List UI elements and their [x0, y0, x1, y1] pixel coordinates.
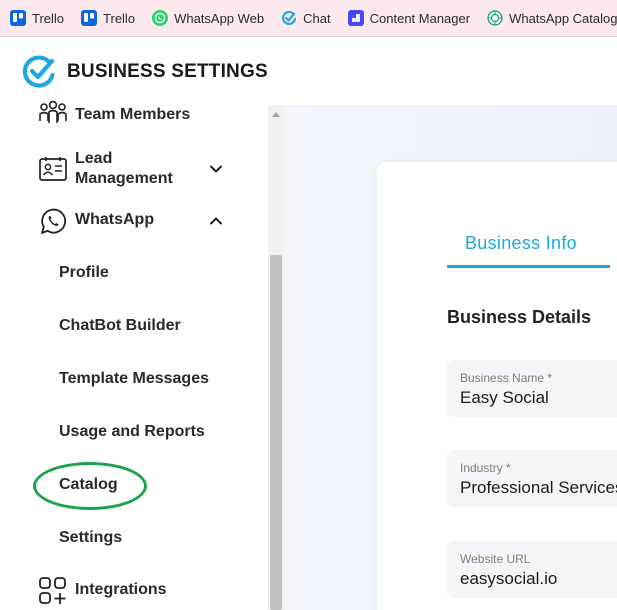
tab-business-info[interactable]: Business Info [465, 233, 577, 254]
website-url-field[interactable]: Website URL easysocial.io [447, 541, 617, 598]
field-label: Industry * [460, 461, 511, 475]
sidebar-item-integrations[interactable]: Integrations [0, 577, 268, 604]
chevron-up-icon[interactable] [208, 213, 224, 229]
team-members-icon [39, 100, 67, 123]
sidebar-item-label: Team Members [75, 106, 191, 123]
bookmark-chat[interactable]: Chat [281, 10, 331, 26]
app-header: BUSINESS SETTINGS [0, 37, 617, 105]
bookmarks-bar: Trello Trello WhatsApp Web Chat Content … [0, 0, 617, 37]
bookmark-label: Trello [32, 10, 65, 26]
bookmark-label: WhatsApp Web [174, 10, 265, 26]
sidebar-item-lead-management[interactable]: Lead Management [0, 148, 268, 190]
sidebar-item-label: WhatsApp [75, 211, 155, 228]
field-value: Easy Social [460, 388, 549, 407]
sidebar-subitem-usage-reports[interactable]: Usage and Reports [59, 423, 205, 441]
bookmark-whatsapp-web[interactable]: WhatsApp Web [152, 10, 264, 26]
field-label: Business Name * [460, 371, 553, 385]
whatsapp-icon [41, 208, 67, 234]
chat-check-icon [282, 10, 297, 26]
bookmark-content-manager[interactable]: Content Manager [347, 10, 471, 26]
sidebar-scrollbar-thumb[interactable] [270, 255, 282, 610]
chevron-down-icon[interactable] [208, 161, 224, 177]
trello-icon [81, 10, 98, 26]
sidebar-subitem-profile[interactable]: Profile [59, 264, 109, 282]
scroll-up-arrow-icon[interactable] [272, 112, 280, 117]
field-value: Professional Services [460, 478, 617, 497]
bookmark-label: Trello [103, 10, 136, 26]
business-name-field[interactable]: Business Name * Easy Social [447, 360, 617, 417]
sidebar-item-label: Integrations [75, 581, 167, 598]
contact-card-icon [39, 157, 67, 181]
sidebar-item-whatsapp[interactable]: WhatsApp [0, 208, 268, 234]
bookmark-trello-2[interactable]: Trello [81, 10, 135, 26]
field-value: easysocial.io [460, 569, 558, 588]
bookmark-label: WhatsApp Catalogu... [509, 10, 617, 26]
sidebar-subitem-chatbot-builder[interactable]: ChatBot Builder [59, 317, 181, 335]
lead-label-line2: Management [75, 170, 173, 187]
catalog-highlight-ring [33, 462, 147, 510]
trello-icon [10, 10, 26, 26]
sidebar-item-label: Lead Management [75, 149, 173, 189]
bookmark-label: Chat [303, 10, 331, 26]
sidebar-subitem-template-messages[interactable]: Template Messages [59, 370, 209, 388]
bookmark-label: Content Manager [369, 10, 471, 26]
content-manager-icon [347, 10, 364, 26]
section-title: Business Details [447, 307, 592, 327]
field-label: Website URL [460, 552, 531, 566]
whatsapp-icon [152, 10, 169, 26]
openai-icon [487, 10, 503, 26]
sidebar-item-team-members[interactable]: Team Members [0, 100, 268, 125]
business-info-card: Business Info Business Details Business … [377, 162, 617, 610]
bookmark-whatsapp-catalogue[interactable]: WhatsApp Catalogu... [487, 10, 617, 26]
page-title: BUSINESS SETTINGS [67, 61, 268, 82]
industry-field[interactable]: Industry * Professional Services [447, 450, 617, 507]
bookmark-trello-1[interactable]: Trello [10, 10, 64, 26]
lead-label-line1: Lead [75, 150, 113, 167]
app-logo-icon [22, 55, 55, 88]
sidebar-subitem-settings[interactable]: Settings [59, 529, 122, 547]
integrations-icon [39, 577, 66, 604]
sidebar: Team Members Lead Management WhatsApp Pr… [0, 100, 268, 610]
main-content: Business Info Business Details Business … [284, 105, 617, 610]
active-tab-indicator [447, 265, 610, 268]
